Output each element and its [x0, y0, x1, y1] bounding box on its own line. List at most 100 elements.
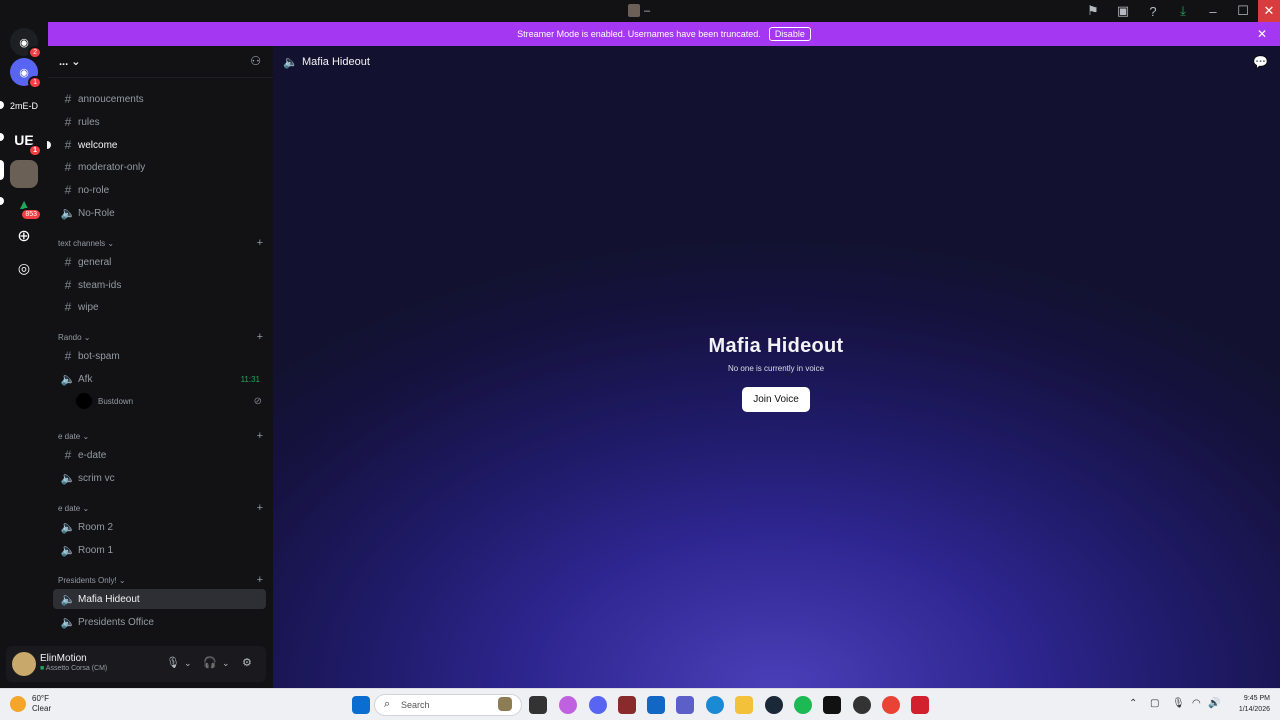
voice-channel-room-1[interactable]: 🔈 Room 1	[53, 540, 266, 560]
terminal-icon[interactable]	[823, 696, 841, 714]
channel-wipe[interactable]: # wipe	[53, 297, 266, 317]
create-channel-icon[interactable]: +	[257, 331, 263, 343]
hash-icon: #	[64, 92, 72, 106]
volume-icon[interactable]: 🔊	[1208, 698, 1220, 709]
hash-icon: #	[64, 138, 72, 152]
app-icon-red[interactable]	[618, 696, 636, 714]
steam-icon[interactable]	[765, 696, 783, 714]
channel-annoucements[interactable]: # annoucements	[53, 89, 266, 109]
server-3-badge: 1	[28, 144, 42, 157]
channel-bot-spam[interactable]: # bot-spam	[53, 346, 266, 366]
compass-icon: ◎	[17, 259, 31, 276]
wifi-icon[interactable]: ◠	[1192, 698, 1201, 709]
help-icon[interactable]: ?	[1138, 0, 1168, 22]
invite-people-icon[interactable]: ⚇	[250, 54, 261, 68]
channel-moderator-only[interactable]: # moderator-only	[53, 157, 266, 177]
window-thumbnail-icon	[628, 4, 640, 17]
server-icon-4[interactable]	[10, 160, 38, 188]
disable-button[interactable]: Disable	[768, 27, 811, 41]
server-header[interactable]: ... ⌄ ⚇	[48, 46, 273, 78]
channel-general[interactable]: # general	[53, 252, 266, 272]
category-e-date-2[interactable]: e date ⌄ +	[58, 501, 263, 515]
join-voice-button[interactable]: Join Voice	[742, 387, 810, 412]
start-button[interactable]	[352, 696, 370, 714]
muted-icon: ⊘	[253, 395, 262, 407]
app-icon-red-2[interactable]	[911, 696, 929, 714]
store-icon[interactable]	[647, 696, 665, 714]
streamer-mode-banner: Streamer Mode is enabled. Usernames have…	[48, 22, 1280, 46]
home-button[interactable]: ◉ 2	[10, 28, 42, 59]
window-title-text: –	[644, 4, 651, 17]
server-icon-3[interactable]: UE 1	[10, 126, 42, 157]
create-channel-icon[interactable]: +	[257, 574, 263, 586]
tray-app-icon[interactable]: ▢	[1150, 698, 1159, 709]
weather-widget[interactable]: 60°F Clear	[10, 694, 51, 714]
user-panel: ElinMotion ■ Assetto Corsa (CM) 🎙 ⌄ 🎧 ⌄ …	[6, 646, 266, 682]
task-view-icon[interactable]	[529, 696, 547, 714]
hash-icon: #	[64, 448, 72, 462]
channel-no-role[interactable]: # no-role	[53, 180, 266, 200]
copilot-icon[interactable]	[559, 696, 577, 714]
voice-channel-view: 🔈 Mafia Hideout 💬 Mafia Hideout No one i…	[273, 46, 1280, 688]
username[interactable]: ElinMotion	[40, 653, 87, 664]
voice-channel-mafia-hideout[interactable]: 🔈 Mafia Hideout	[53, 589, 266, 609]
voice-channel-presidents-office[interactable]: 🔈 Presidents Office	[53, 612, 266, 632]
settings-gear-icon[interactable]: ⚙	[242, 656, 252, 669]
microphone-icon[interactable]: 🎙	[166, 656, 180, 669]
unread-pill-2	[0, 133, 4, 141]
add-server-button[interactable]: ⊕	[10, 222, 38, 250]
chrome-icon[interactable]	[882, 696, 900, 714]
hash-icon: #	[64, 255, 72, 269]
teams-icon[interactable]	[676, 696, 694, 714]
clock-time: 9:45 PM	[1243, 695, 1270, 702]
screen-share-icon[interactable]: ▣	[1108, 0, 1138, 22]
create-channel-icon[interactable]: +	[257, 430, 263, 442]
microphone-tray-icon[interactable]: 🎙	[1172, 698, 1185, 709]
download-icon[interactable]: ⤓	[1168, 0, 1198, 22]
spotify-icon[interactable]	[794, 696, 812, 714]
voice-channel-no-role[interactable]: 🔈 No-Role	[53, 203, 266, 223]
voice-channel-scrim-vc[interactable]: 🔈 scrim vc	[53, 468, 266, 488]
clock[interactable]: 9:45 PM 1/14/2026	[1239, 693, 1270, 715]
edge-icon[interactable]	[706, 696, 724, 714]
channel-welcome[interactable]: # welcome	[53, 135, 266, 155]
minimize-button[interactable]: –	[1198, 0, 1228, 22]
category-presidents-only[interactable]: Presidents Only! ⌄ +	[58, 573, 263, 587]
mic-options-chevron-icon[interactable]: ⌄	[184, 658, 192, 669]
maximize-button[interactable]: ☐	[1228, 0, 1258, 22]
create-channel-icon[interactable]: +	[257, 237, 263, 249]
speaker-icon: 🔈	[60, 372, 76, 386]
audio-options-chevron-icon[interactable]: ⌄	[222, 658, 230, 669]
close-button[interactable]: ✕	[1258, 0, 1280, 22]
banner-close-icon[interactable]: ✕	[1257, 27, 1267, 41]
channel-rules[interactable]: # rules	[53, 112, 266, 132]
window-title: –	[628, 4, 650, 17]
discord-taskbar-icon[interactable]	[589, 696, 607, 714]
voice-user[interactable]: Bustdown ⊘	[76, 392, 266, 410]
category-text-channels[interactable]: text channels ⌄ +	[58, 236, 263, 250]
server-icon-2[interactable]: 2mE-D	[8, 92, 40, 120]
discover-button[interactable]: ◎	[10, 254, 38, 282]
category-e-date-1[interactable]: e date ⌄ +	[58, 429, 263, 443]
channel-e-date[interactable]: # e-date	[53, 445, 266, 465]
file-explorer-icon[interactable]	[735, 696, 753, 714]
search-icon: ⌕	[384, 698, 391, 710]
category-rando[interactable]: Rando ⌄ +	[58, 330, 263, 344]
server-icon-5[interactable]: ▲ 853	[10, 190, 42, 221]
obs-icon[interactable]	[853, 696, 871, 714]
show-hidden-icons-chevron-icon[interactable]: ⌃	[1129, 698, 1137, 709]
headphones-icon[interactable]: 🎧	[203, 656, 217, 669]
flag-icon[interactable]: ⚑	[1078, 0, 1108, 22]
create-channel-icon[interactable]: +	[257, 502, 263, 514]
chat-bubble-icon[interactable]: 💬	[1253, 55, 1268, 69]
windows-taskbar: 60°F Clear ⌕ Search ⌃ ▢ 🎙 ◠ 🔊 9:45 PM 1/…	[0, 688, 1280, 720]
voice-channel-room-2[interactable]: 🔈 Room 2	[53, 517, 266, 537]
channel-name: Mafia Hideout	[302, 56, 370, 68]
discord-logo-icon: ◉	[19, 66, 29, 79]
unread-pill	[0, 101, 4, 109]
server-icon-1[interactable]: ◉ 1	[10, 58, 42, 89]
moon-weather-icon	[10, 696, 26, 712]
channel-steam-ids[interactable]: # steam-ids	[53, 275, 266, 295]
voice-channel-afk[interactable]: 🔈 Afk 11:31	[53, 369, 266, 389]
user-avatar[interactable]	[12, 652, 36, 676]
